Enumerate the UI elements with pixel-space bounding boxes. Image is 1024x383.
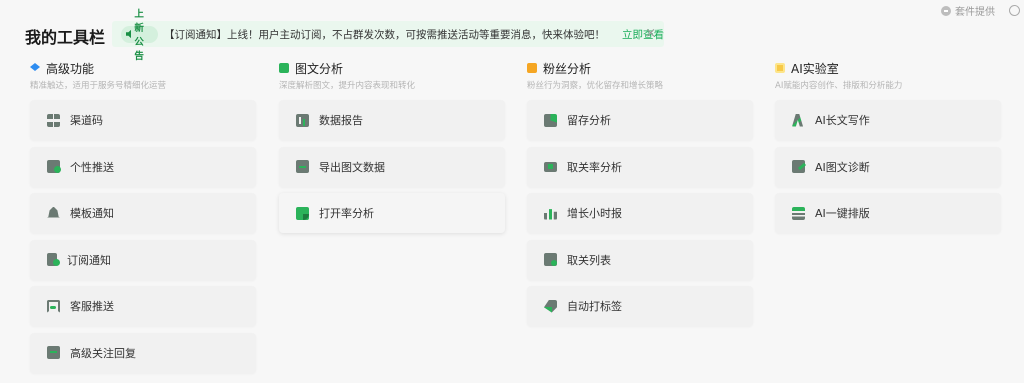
column-header: 粉丝分析 — [527, 60, 725, 76]
open-rate-icon — [296, 206, 309, 220]
column-article-analysis: 图文分析 深度解析图文，提升内容表现和转化 — [249, 60, 477, 91]
tool-open-rate[interactable]: 打开率分析 — [279, 193, 505, 233]
tool-template-notice[interactable]: 模板通知 — [30, 193, 256, 233]
view-now-link[interactable]: 立即查看 — [622, 27, 664, 42]
column-title: 粉丝分析 — [543, 61, 592, 76]
tool-service-push[interactable]: 客服推送 — [30, 286, 256, 326]
announcement-tag-label: 上新公告 — [134, 9, 144, 62]
megaphone-icon — [126, 29, 132, 39]
tool-label: 高级关注回复 — [70, 346, 136, 360]
tool-label: 取关列表 — [567, 253, 611, 267]
tool-label: 增长小时报 — [567, 207, 622, 220]
tool-advanced-follow-reply[interactable]: 高级关注回复 — [30, 332, 256, 373]
tool-hourly-growth[interactable]: 增长小时报 — [527, 193, 753, 233]
column-ai-lab: AI实验室 AI赋能内容创作、排版和分析能力 — [745, 60, 973, 91]
ai-diagnose-icon — [792, 160, 805, 173]
column-fan-analysis: 粉丝分析 粉丝行为洞察，优化留存和增长策略 — [497, 60, 725, 91]
bars-icon — [544, 209, 557, 220]
ai-write-icon — [792, 113, 804, 127]
tool-ai-long-writing[interactable]: AI长文写作 — [775, 100, 1001, 140]
toolbar-page: 套件提供 我的工具栏 上新公告 【订阅通知】上线！用户主动订阅，不占群发次数，可… — [0, 0, 1024, 383]
tool-ai-layout[interactable]: AI一键排版 — [775, 193, 1001, 233]
tool-auto-tag[interactable]: 自动打标签 — [527, 286, 753, 326]
tool-label: 个性推送 — [70, 160, 114, 174]
chat-bubble-icon — [47, 346, 60, 359]
doc-icon — [47, 253, 60, 266]
bell-icon — [47, 206, 60, 218]
tool-label: 数据报告 — [319, 114, 363, 127]
pie-icon — [544, 113, 557, 127]
ai-layout-icon — [792, 206, 805, 220]
column-title: AI实验室 — [791, 61, 839, 76]
tool-label: AI一键排版 — [815, 207, 870, 220]
tool-personal-push[interactable]: 个性推送 — [30, 146, 256, 187]
tool-label: 订阅通知 — [67, 253, 111, 267]
announcement-message: 【订阅通知】上线！用户主动订阅，不占群发次数，可按需推送活动等重要消息，快来体验… — [164, 28, 605, 41]
column-desc: 粉丝行为洞察，优化留存和增长策略 — [527, 81, 664, 91]
tool-label: AI图文诊断 — [815, 160, 870, 174]
announcement-tag: 上新公告 — [121, 9, 158, 62]
provider-bar: 套件提供 — [941, 3, 1020, 18]
column-desc: AI赋能内容创作、排版和分析能力 — [775, 81, 903, 91]
ai-lab-icon — [775, 63, 785, 73]
tool-label: 取关率分析 — [567, 160, 622, 174]
close-icon[interactable]: × — [645, 26, 656, 41]
tool-label: 模板通知 — [70, 207, 114, 220]
announcement-banner: 上新公告 【订阅通知】上线！用户主动订阅，不占群发次数，可按需推送活动等重要消息… — [112, 9, 664, 62]
qrcode-icon — [47, 113, 60, 127]
column-title: 图文分析 — [295, 61, 344, 76]
column-advanced: 高级功能 精准触达，适用于服务号精细化运营 — [0, 60, 228, 91]
page-title: 我的工具栏 — [25, 28, 106, 47]
column-desc: 深度解析图文，提升内容表现和转化 — [279, 81, 416, 91]
tool-export-article-data[interactable]: 导出图文数据 — [279, 146, 505, 187]
tag-icon — [544, 299, 557, 313]
tool-unfollow-rate[interactable]: 取关率分析 — [527, 146, 753, 187]
provider-label[interactable]: 套件提供 — [955, 3, 995, 18]
tool-channel-code[interactable]: 渠道码 — [30, 100, 256, 140]
tool-ai-diagnosis[interactable]: AI图文诊断 — [775, 146, 1001, 187]
column-header: 图文分析 — [279, 60, 477, 76]
settings-icon[interactable] — [1009, 5, 1020, 16]
tool-label: 客服推送 — [70, 300, 114, 313]
provider-badge-icon — [941, 5, 951, 16]
tool-label: 渠道码 — [70, 114, 103, 127]
card-icon — [47, 160, 61, 173]
tool-label: AI长文写作 — [815, 114, 870, 127]
tool-label: 留存分析 — [567, 114, 611, 127]
tool-label: 导出图文数据 — [319, 160, 385, 174]
export-icon — [296, 160, 309, 173]
chart-icon — [279, 63, 289, 73]
column-desc: 精准触达，适用于服务号精细化运营 — [30, 81, 167, 91]
column-advanced-items: 渠道码 个性推送 模板通知 订阅通知 客服推送 高级关注回复 — [30, 100, 256, 379]
tool-label: 自动打标签 — [567, 300, 622, 313]
column-header: 高级功能 — [30, 60, 228, 76]
column-fan-items: 留存分析 取关率分析 增长小时报 取关列表 自动打标签 — [527, 100, 753, 333]
fans-icon — [527, 63, 537, 73]
user-icon — [544, 253, 557, 266]
column-ai-items: AI长文写作 AI图文诊断 AI一键排版 — [775, 100, 1001, 240]
tool-subscribe-notice[interactable]: 订阅通知 — [30, 239, 256, 280]
column-title: 高级功能 — [46, 61, 95, 76]
monitor-icon — [544, 161, 557, 172]
layers-icon — [30, 63, 40, 71]
tool-retention[interactable]: 留存分析 — [527, 100, 753, 140]
report-icon — [296, 113, 309, 127]
headset-icon — [47, 299, 60, 313]
tool-unfollow-list[interactable]: 取关列表 — [527, 239, 753, 280]
column-header: AI实验室 — [775, 60, 973, 76]
column-article-items: 数据报告 导出图文数据 打开率分析 — [279, 100, 505, 240]
tool-label: 打开率分析 — [319, 207, 374, 220]
tool-data-report[interactable]: 数据报告 — [279, 100, 505, 140]
